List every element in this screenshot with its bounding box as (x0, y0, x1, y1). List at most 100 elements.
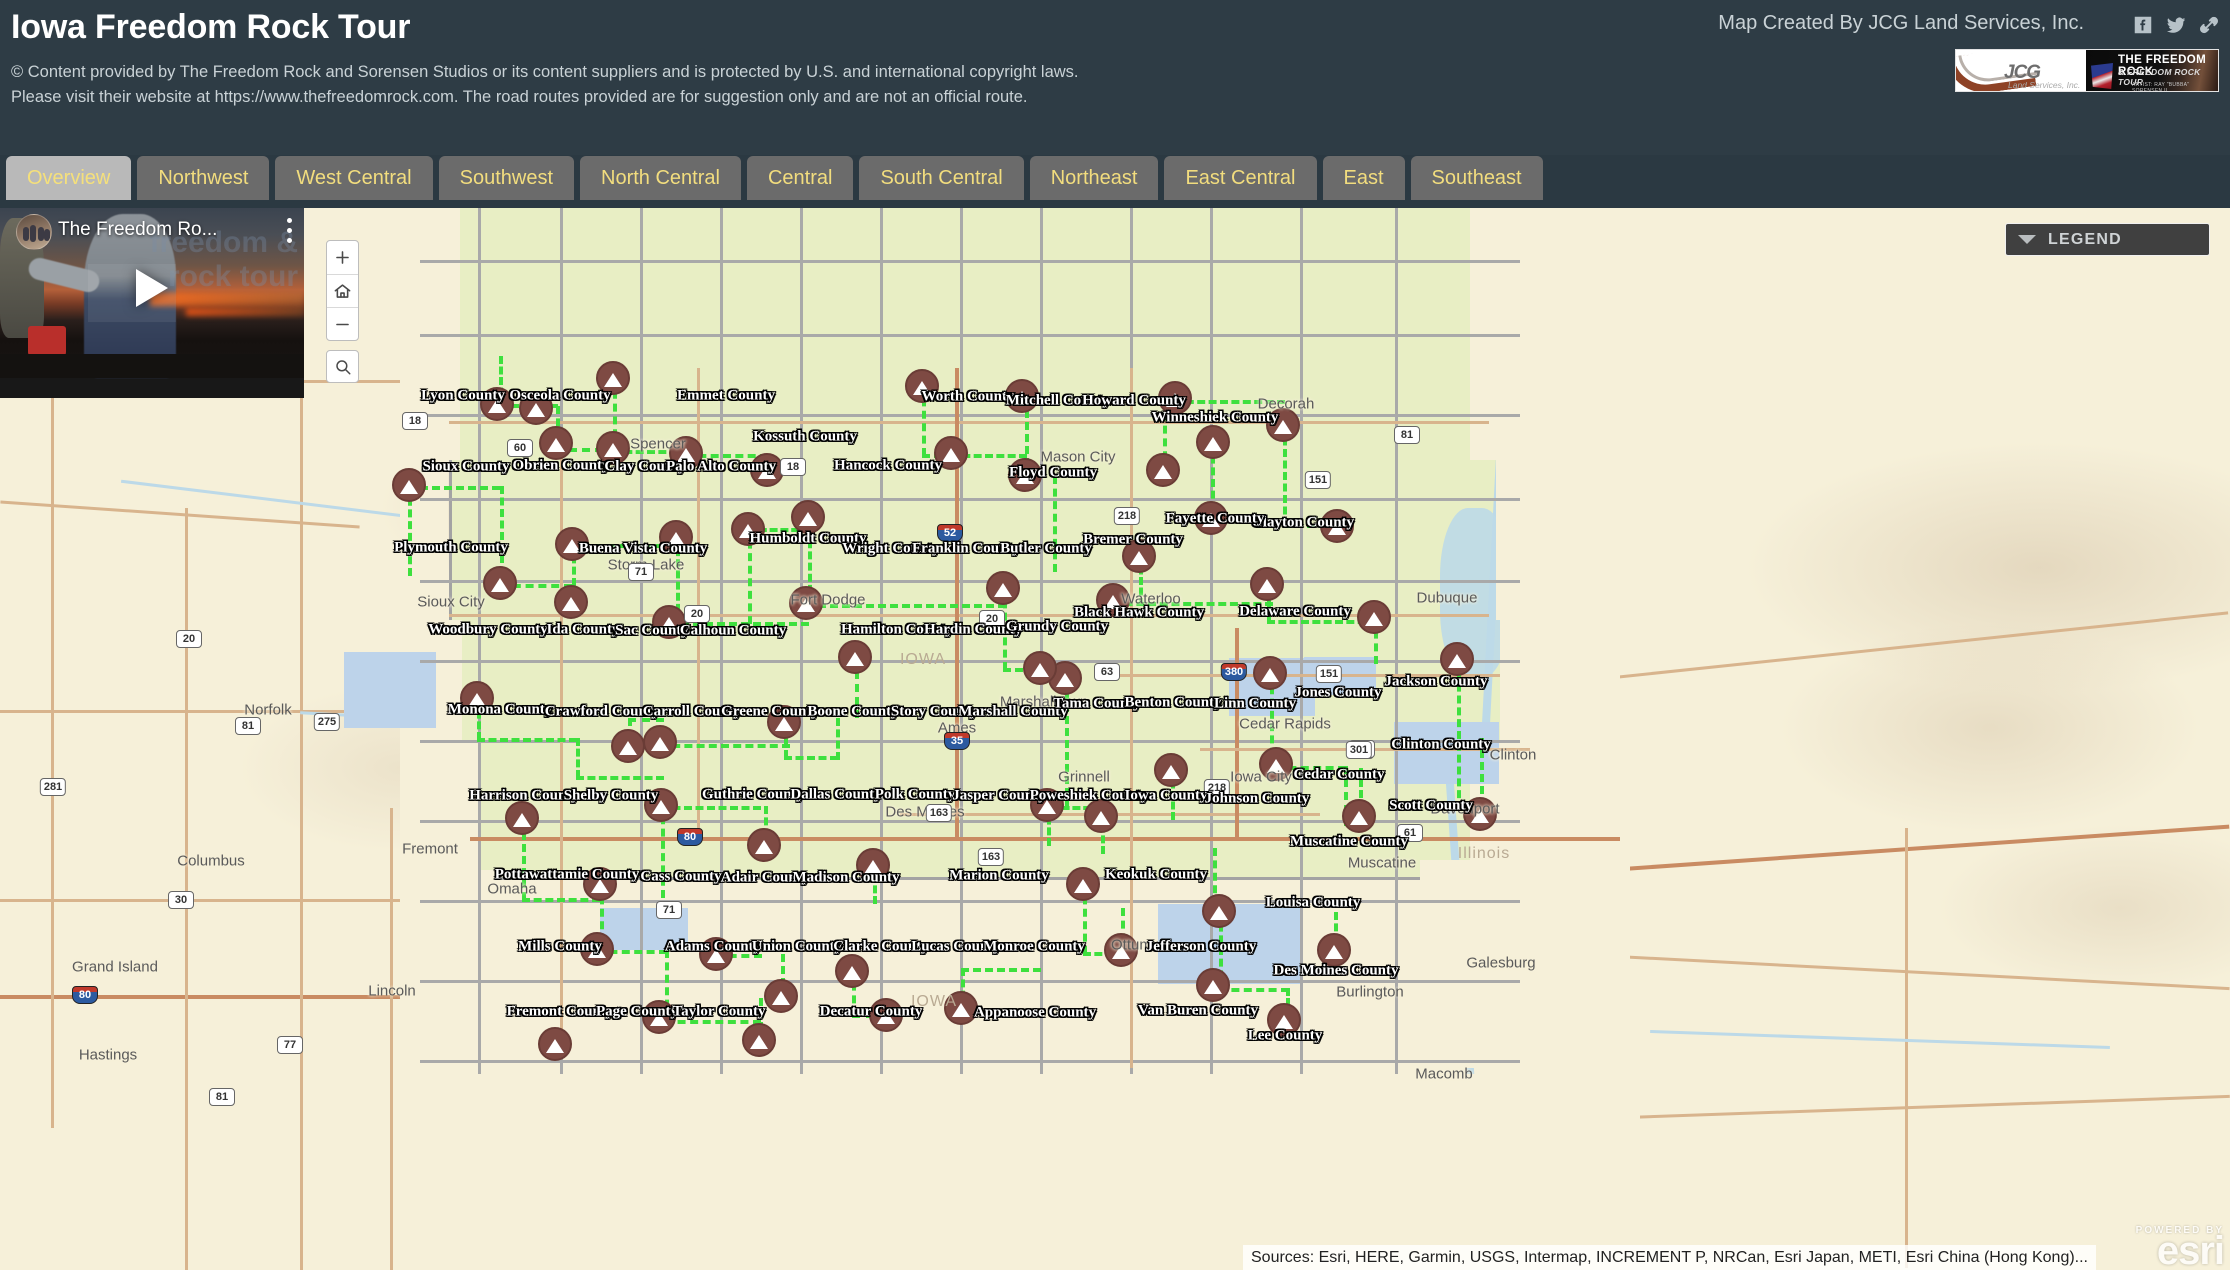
tab-southeast[interactable]: Southeast (1410, 156, 1543, 200)
freedom-rock-marker[interactable] (1259, 747, 1293, 781)
jcg-freedom-rock-logo[interactable]: JCG Land Services, Inc. THE FREEDOM ROCK… (1955, 49, 2219, 92)
freedom-rock-marker[interactable] (669, 436, 703, 470)
link-icon[interactable] (2198, 14, 2220, 36)
freedom-rock-marker[interactable] (539, 426, 573, 460)
freedom-rock-marker[interactable] (791, 500, 825, 534)
freedom-rock-marker[interactable] (460, 681, 494, 715)
freedom-rock-marker[interactable] (1005, 379, 1039, 413)
freedom-rock-marker[interactable] (1463, 797, 1497, 831)
freedom-rock-marker[interactable] (1023, 651, 1057, 685)
tab-central[interactable]: Central (746, 156, 854, 200)
freedom-rock-marker[interactable] (538, 1027, 572, 1061)
freedom-rock-marker[interactable] (583, 867, 617, 901)
freedom-rock-marker[interactable] (1154, 753, 1188, 787)
road-line (0, 899, 449, 902)
channel-avatar[interactable] (16, 214, 52, 250)
freedom-rock-marker[interactable] (835, 954, 869, 988)
tab-south-central[interactable]: South Central (859, 156, 1024, 200)
home-button[interactable] (327, 274, 358, 307)
video-title[interactable]: The Freedom Ro... (58, 218, 226, 242)
legend-panel-toggle[interactable]: LEGEND (2005, 223, 2210, 256)
freedom-rock-marker[interactable] (1194, 501, 1228, 535)
freedom-rock-marker[interactable] (1084, 799, 1118, 833)
freedom-rock-marker[interactable] (1357, 600, 1391, 634)
freedom-rock-marker[interactable] (742, 1023, 776, 1057)
freedom-rock-marker[interactable] (905, 369, 939, 403)
freedom-rock-marker[interactable] (1342, 799, 1376, 833)
freedom-rock-marker[interactable] (644, 788, 678, 822)
social-links (2132, 14, 2220, 36)
freedom-rock-marker[interactable] (483, 566, 517, 600)
freedom-rock-marker[interactable] (699, 937, 733, 971)
highway-shield: 163 (977, 848, 1005, 866)
freedom-rock-marker[interactable] (1196, 968, 1230, 1002)
freedom-rock-marker[interactable] (750, 453, 784, 487)
tab-east-central[interactable]: East Central (1164, 156, 1317, 200)
freedom-rock-marker[interactable] (838, 640, 872, 674)
freedom-rock-marker[interactable] (596, 431, 630, 465)
tab-overview[interactable]: Overview (6, 156, 132, 200)
freedom-rock-marker[interactable] (1250, 567, 1284, 601)
freedom-rock-marker[interactable] (789, 586, 823, 620)
freedom-rock-marker[interactable] (1158, 381, 1192, 415)
freedom-rock-marker[interactable] (747, 828, 781, 862)
freedom-rock-marker[interactable] (869, 998, 903, 1032)
video-play-button[interactable] (136, 269, 168, 307)
freedom-rock-marker[interactable] (944, 991, 978, 1025)
twitter-icon[interactable] (2165, 14, 2187, 36)
freedom-rock-marker[interactable] (1066, 867, 1100, 901)
tab-west-central[interactable]: West Central (275, 156, 433, 200)
highway-shield: 71 (656, 901, 682, 919)
county-boundary (960, 208, 963, 1074)
highway-shield: 77 (277, 1036, 303, 1054)
freedom-rock-marker[interactable] (1196, 425, 1230, 459)
freedom-rock-marker[interactable] (519, 391, 553, 425)
freedom-rock-marker[interactable] (986, 571, 1020, 605)
freedom-rock-marker[interactable] (1317, 933, 1351, 967)
freedom-rock-marker[interactable] (1146, 453, 1180, 487)
freedom-rock-marker[interactable] (934, 436, 968, 470)
freedom-rock-marker[interactable] (480, 387, 514, 421)
freedom-rock-marker[interactable] (659, 520, 693, 554)
tab-northeast[interactable]: Northeast (1029, 156, 1159, 200)
road-line (185, 508, 188, 1270)
freedom-rock-marker[interactable] (764, 979, 798, 1013)
freedom-rock-marker[interactable] (555, 527, 589, 561)
video-player-widget[interactable]: freedom & rock tour The Freedom Ro... (0, 208, 304, 398)
freedom-rock-marker[interactable] (1030, 788, 1064, 822)
freedom-rock-marker[interactable] (1008, 458, 1042, 492)
freedom-rock-marker[interactable] (731, 512, 765, 546)
freedom-rock-marker[interactable] (392, 468, 426, 502)
freedom-rock-marker[interactable] (856, 848, 890, 882)
freedom-rock-marker[interactable] (1440, 642, 1474, 676)
freedom-rock-marker[interactable] (611, 729, 645, 763)
jcg-logo-subtext: Land Services, Inc. (2008, 80, 2081, 90)
tab-north-central[interactable]: North Central (580, 156, 741, 200)
freedom-rock-marker[interactable] (1267, 1003, 1301, 1037)
freedom-rock-marker[interactable] (554, 585, 588, 619)
freedom-rock-marker[interactable] (1122, 539, 1156, 573)
freedom-rock-marker[interactable] (580, 932, 614, 966)
tab-northwest[interactable]: Northwest (137, 156, 270, 200)
zoom-in-button[interactable] (327, 241, 358, 274)
map-canvas[interactable]: SpencerMason CityStorm LakeFort DodgeSio… (0, 208, 2230, 1270)
freedom-rock-marker[interactable] (767, 705, 801, 739)
freedom-rock-marker[interactable] (1096, 583, 1130, 617)
freedom-rock-marker[interactable] (1202, 894, 1236, 928)
freedom-rock-marker[interactable] (1104, 933, 1138, 967)
freedom-rock-marker[interactable] (1253, 656, 1287, 690)
map-attribution[interactable]: Sources: Esri, HERE, Garmin, USGS, Inter… (1243, 1245, 2096, 1270)
video-more-options-icon[interactable] (287, 218, 293, 244)
tab-southwest[interactable]: Southwest (438, 156, 575, 200)
facebook-icon[interactable] (2132, 14, 2154, 36)
freedom-rock-marker[interactable] (642, 1000, 676, 1034)
freedom-rock-marker[interactable] (505, 801, 539, 835)
tab-east[interactable]: East (1322, 156, 1405, 200)
freedom-rock-marker[interactable] (1320, 509, 1354, 543)
freedom-rock-marker[interactable] (596, 361, 630, 395)
map-search-button[interactable] (326, 350, 359, 383)
freedom-rock-marker[interactable] (1266, 408, 1300, 442)
freedom-rock-marker[interactable] (643, 725, 677, 759)
zoom-out-button[interactable] (327, 307, 358, 340)
freedom-rock-marker[interactable] (652, 605, 686, 639)
